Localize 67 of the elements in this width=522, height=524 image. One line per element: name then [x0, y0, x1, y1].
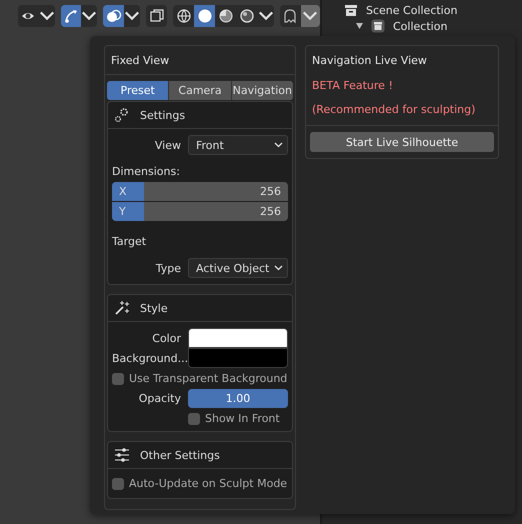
caret-icon [274, 265, 283, 271]
view-dropdown[interactable]: Front [188, 135, 288, 155]
field-label: Type [154, 262, 182, 274]
axis-label: X [119, 185, 127, 198]
collection-icon [371, 19, 385, 33]
checkbox[interactable] [112, 478, 124, 490]
wireframe-button[interactable] [173, 5, 194, 27]
dropdown-button[interactable] [124, 5, 140, 27]
number-field[interactable]: X 256 [112, 182, 288, 201]
checkbox[interactable] [188, 412, 200, 424]
panel-title: Fixed View [105, 46, 295, 75]
section-label: Target [112, 234, 148, 250]
caret-icon [274, 142, 283, 148]
tab[interactable]: Camera [169, 81, 232, 100]
ghost-button[interactable] [280, 5, 301, 27]
field-value: 256 [260, 185, 281, 198]
color-swatch[interactable] [188, 328, 288, 348]
start-button[interactable]: Start Live Silhouette [310, 132, 494, 152]
xray-icon [148, 8, 165, 24]
field-label: View [154, 138, 182, 152]
tab[interactable]: Preset [107, 81, 170, 100]
panel-header[interactable]: Settings [140, 108, 186, 122]
field-label: Color [151, 332, 182, 344]
dropdown-button[interactable] [38, 5, 55, 27]
slider-value: 1.00 [226, 392, 250, 405]
panel-header[interactable]: Other Settings [140, 448, 220, 462]
dropdown-button[interactable] [81, 5, 98, 27]
material-button[interactable] [215, 5, 236, 27]
opacity-slider[interactable]: 1.00 [188, 389, 288, 408]
dropdown-button[interactable] [300, 5, 320, 27]
xray-button[interactable] [146, 5, 168, 27]
solid-icon [196, 8, 213, 24]
panel-title: Navigation Live View [311, 53, 428, 69]
gizmo-button[interactable] [60, 5, 82, 27]
field-value: 256 [260, 205, 281, 218]
overlay-button[interactable] [103, 5, 124, 27]
sliders-icon [114, 447, 130, 463]
type-dropdown[interactable]: Active Object [188, 258, 288, 278]
gears-icon [114, 107, 130, 123]
panel-header[interactable]: Style [140, 302, 168, 314]
gizmo-icon [62, 8, 79, 24]
axis-label: Y [119, 205, 126, 218]
field-label: Background... [112, 352, 188, 364]
box-icon [344, 3, 358, 17]
wireframe-icon [176, 8, 192, 24]
overlay-icon [106, 8, 122, 24]
field-label: Opacity [138, 392, 182, 405]
outliner-item[interactable]: Collection [393, 20, 448, 32]
dropdown-button[interactable] [258, 5, 274, 27]
tab[interactable]: Navigation [232, 81, 293, 100]
warning-text: (Recommended for sculpting) [311, 102, 476, 118]
checkbox-label: Auto-Update on Sculpt Mode [129, 477, 288, 490]
checkbox-label: Show In Front [205, 412, 280, 425]
checkbox[interactable] [112, 372, 124, 384]
warning-text: BETA Feature ! [311, 78, 394, 94]
number-field[interactable]: Y 256 [112, 202, 288, 221]
eye-button[interactable] [18, 5, 39, 27]
ghost-icon [282, 8, 298, 24]
outliner-item[interactable]: Scene Collection [366, 4, 458, 16]
rendered-icon [238, 8, 255, 24]
solid-button[interactable] [194, 5, 216, 27]
expand-arrow-icon[interactable] [356, 23, 363, 29]
material-icon [218, 8, 234, 24]
checkbox-label: Use Transparent Background [129, 372, 288, 385]
magic-wand-icon [114, 300, 130, 316]
color-swatch[interactable] [188, 348, 288, 368]
section-label: Dimensions: [112, 164, 181, 178]
